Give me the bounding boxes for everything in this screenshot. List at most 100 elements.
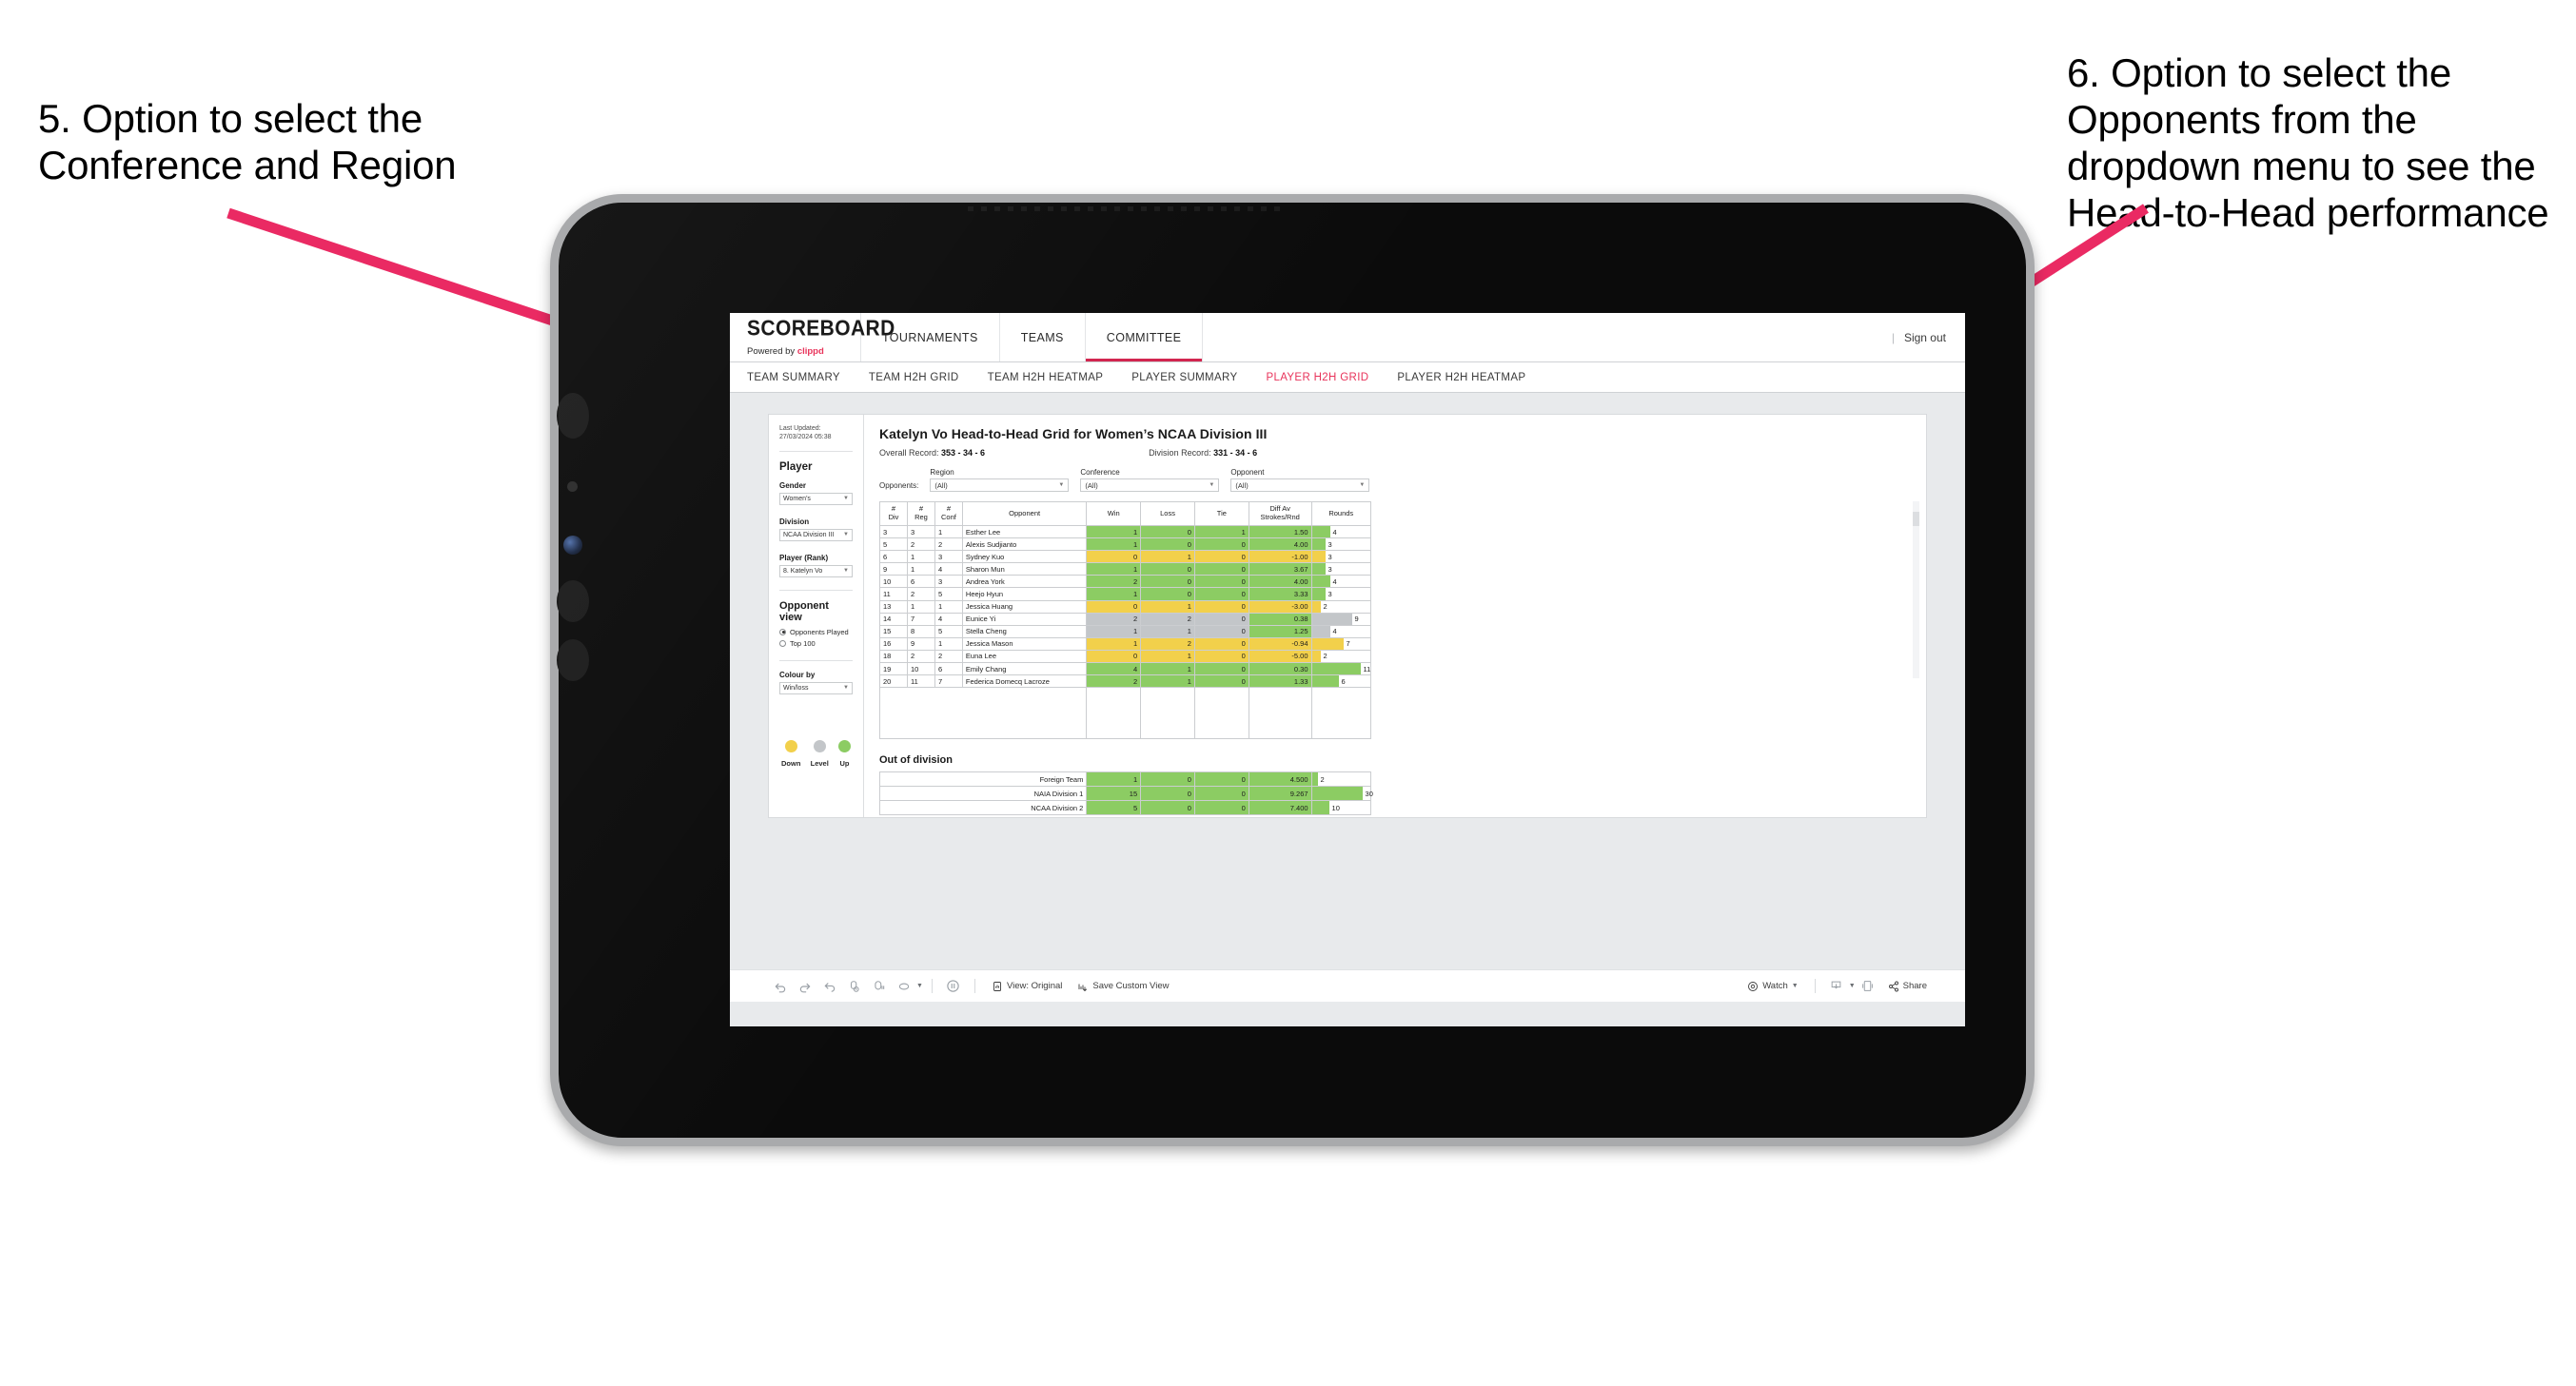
pause-updates-icon[interactable]	[867, 974, 892, 999]
share-button[interactable]: Share	[1880, 981, 1935, 992]
conference-select[interactable]: (All) ▼	[1080, 478, 1220, 492]
cell-loss: 1	[1140, 550, 1195, 564]
refresh-data-icon[interactable]	[842, 974, 867, 999]
th-div-l2: Div	[888, 513, 899, 521]
table-row[interactable]: Foreign Team 1 0 0 4.500 2	[878, 771, 1372, 788]
cell-loss: 1	[1140, 624, 1195, 638]
table-row[interactable]: 15 8 5 Stella Cheng 1 1 0 1.25 4	[879, 624, 1372, 638]
cell-opponent: Federica Domecq Lacroze	[961, 674, 1088, 689]
chevron-down-icon[interactable]: ▼	[916, 983, 923, 989]
cell-div: 16	[879, 636, 908, 651]
subnav-item-player-summary[interactable]: PLAYER SUMMARY	[1131, 372, 1237, 383]
table-row[interactable]: 16 9 1 Jessica Mason 1 2 0 -0.94 7	[879, 636, 1372, 651]
nav-item-teams[interactable]: TEAMS	[1000, 313, 1086, 361]
gender-select[interactable]: Women’s ▼	[779, 492, 853, 505]
cell-conf: 7	[934, 674, 963, 689]
region-select[interactable]: (All) ▼	[930, 478, 1070, 492]
download-icon[interactable]	[1824, 974, 1849, 999]
cell-rounds-bar: 3	[1310, 562, 1372, 576]
cell-win: 2	[1086, 575, 1142, 589]
cell-diff: -0.94	[1248, 636, 1312, 651]
cell-diff: -3.00	[1248, 599, 1312, 614]
table-row[interactable]: 18 2 2 Euna Lee 0 1 0 -5.00 2	[879, 649, 1372, 664]
cell-win: 4	[1086, 662, 1142, 676]
nav-item-committee[interactable]: COMMITTEE	[1086, 313, 1204, 361]
table-row[interactable]: 20 11 7 Federica Domecq Lacroze 2 1 0 1.33 6	[879, 674, 1372, 689]
chevron-down-icon[interactable]: ▼	[1849, 983, 1856, 989]
cell-loss: 2	[1140, 636, 1195, 651]
cell-loss: 1	[1140, 662, 1195, 676]
cell-win: 1	[1086, 537, 1142, 552]
rewind-icon[interactable]	[892, 974, 916, 999]
rounds-value: 4	[1332, 527, 1337, 537]
cell-tie: 0	[1193, 537, 1249, 552]
th-reg-l2: Reg	[914, 513, 928, 521]
cell-win: 1	[1086, 624, 1142, 638]
view-original-button[interactable]: View: Original	[984, 981, 1070, 992]
table-row[interactable]: 3 3 1 Esther Lee 1 0 1 1.50 4	[879, 524, 1372, 539]
cell-diff: 3.33	[1248, 587, 1312, 601]
rounds-bar	[1311, 576, 1330, 588]
table-row[interactable]: NAIA Division 1 15 0 0 9.267 30	[878, 786, 1373, 802]
subnav-item-player-h2h-heatmap[interactable]: PLAYER H2H HEATMAP	[1397, 372, 1525, 383]
table-row[interactable]: 14 7 4 Eunice Yi 2 2 0 0.38 9	[879, 612, 1372, 626]
cell-diff: 4.500	[1248, 771, 1312, 788]
cell-div: 10	[879, 575, 908, 589]
table-header-row: # Div # Reg # Conf Opponent Win Loss Tie Di…	[879, 501, 1372, 526]
rounds-bar	[1311, 613, 1352, 625]
opponent-select[interactable]: (All) ▼	[1230, 478, 1370, 492]
colour-by-select[interactable]: Win/loss ▼	[779, 681, 853, 694]
table-row[interactable]: 13 1 1 Jessica Huang 0 1 0 -3.00 2	[879, 599, 1372, 614]
grid-scrollbar-thumb[interactable]	[1913, 512, 1919, 526]
table-row[interactable]: 5 2 2 Alexis Sudjianto 1 0 0 4.00 3	[879, 537, 1372, 552]
radio-top-100[interactable]: Top 100	[779, 639, 853, 648]
rounds-bar	[1311, 801, 1329, 815]
cell-tie: 1	[1193, 524, 1249, 539]
empty-win	[1086, 687, 1142, 740]
redo-icon[interactable]	[793, 974, 817, 999]
radio-opponents-played[interactable]: Opponents Played	[779, 628, 853, 636]
player-rank-select[interactable]: 8. Katelyn Vo ▼	[779, 564, 853, 577]
cell-win: 0	[1086, 599, 1142, 614]
fullscreen-icon[interactable]	[1856, 974, 1880, 999]
rounds-value: 3	[1327, 552, 1332, 561]
cell-opponent: Heejo Hyun	[961, 587, 1088, 601]
table-row[interactable]: 11 2 5 Heejo Hyun 1 0 0 3.33 3	[879, 587, 1372, 601]
table-row[interactable]: 19 10 6 Emily Chang 4 1 0 0.30 11	[879, 662, 1372, 676]
table-row[interactable]: NCAA Division 2 5 0 0 7.400 10	[878, 800, 1372, 816]
table-row[interactable]: 10 6 3 Andrea York 2 0 0 4.00 4	[879, 575, 1372, 589]
empty-left	[878, 687, 1088, 740]
grid-scrollbar-track[interactable]	[1913, 501, 1919, 678]
brand-logo[interactable]: SCOREBOARD Powered by clippd	[730, 313, 895, 361]
table-row[interactable]: 6 1 3 Sydney Kuo 0 1 0 -1.00 3	[879, 550, 1372, 564]
division-select[interactable]: NCAA Division III ▼	[779, 528, 853, 541]
cell-div: 15	[879, 624, 908, 638]
cell-diff: 1.33	[1248, 674, 1312, 689]
subnav-item-player-h2h-grid[interactable]: PLAYER H2H GRID	[1266, 372, 1368, 383]
undo-icon[interactable]	[768, 974, 793, 999]
sign-out-link[interactable]: Sign out	[1904, 331, 1946, 344]
save-custom-view-button[interactable]: Save Custom View	[1070, 981, 1176, 992]
tablet-side-button-top	[557, 393, 589, 439]
table-row[interactable]: 9 1 4 Sharon Mun 1 0 0 3.67 3	[879, 562, 1372, 576]
cell-tie: 0	[1193, 674, 1249, 689]
th-div: # Div	[879, 501, 908, 526]
tablet-side-button-bottom	[557, 639, 589, 681]
cell-rounds-bar: 2	[1310, 599, 1372, 614]
divider-2	[779, 589, 853, 591]
h2h-grid-head: # Div # Reg # Conf Opponent Win Loss Tie Di…	[879, 501, 1372, 526]
watch-button[interactable]: Watch ▼	[1740, 981, 1806, 992]
revert-icon[interactable]	[817, 974, 842, 999]
subnav-item-team-summary[interactable]: TEAM SUMMARY	[747, 372, 840, 383]
radio-icon-unselected	[779, 639, 786, 647]
annotation-right-text: 6. Option to select the Opponents from t…	[2067, 50, 2549, 236]
rounds-value: 30	[1365, 789, 1373, 798]
subnav-item-team-h2h-grid[interactable]: TEAM H2H GRID	[869, 372, 959, 383]
rounds-value: 2	[1323, 602, 1327, 612]
cell-loss: 1	[1140, 649, 1195, 664]
cell-rounds-bar: 3	[1310, 587, 1372, 601]
subnav-item-team-h2h-heatmap[interactable]: TEAM H2H HEATMAP	[988, 372, 1104, 383]
pause-auto-update-icon[interactable]	[941, 974, 966, 999]
legend-label-down: Down	[781, 758, 801, 768]
table-empty-space	[878, 687, 1372, 740]
